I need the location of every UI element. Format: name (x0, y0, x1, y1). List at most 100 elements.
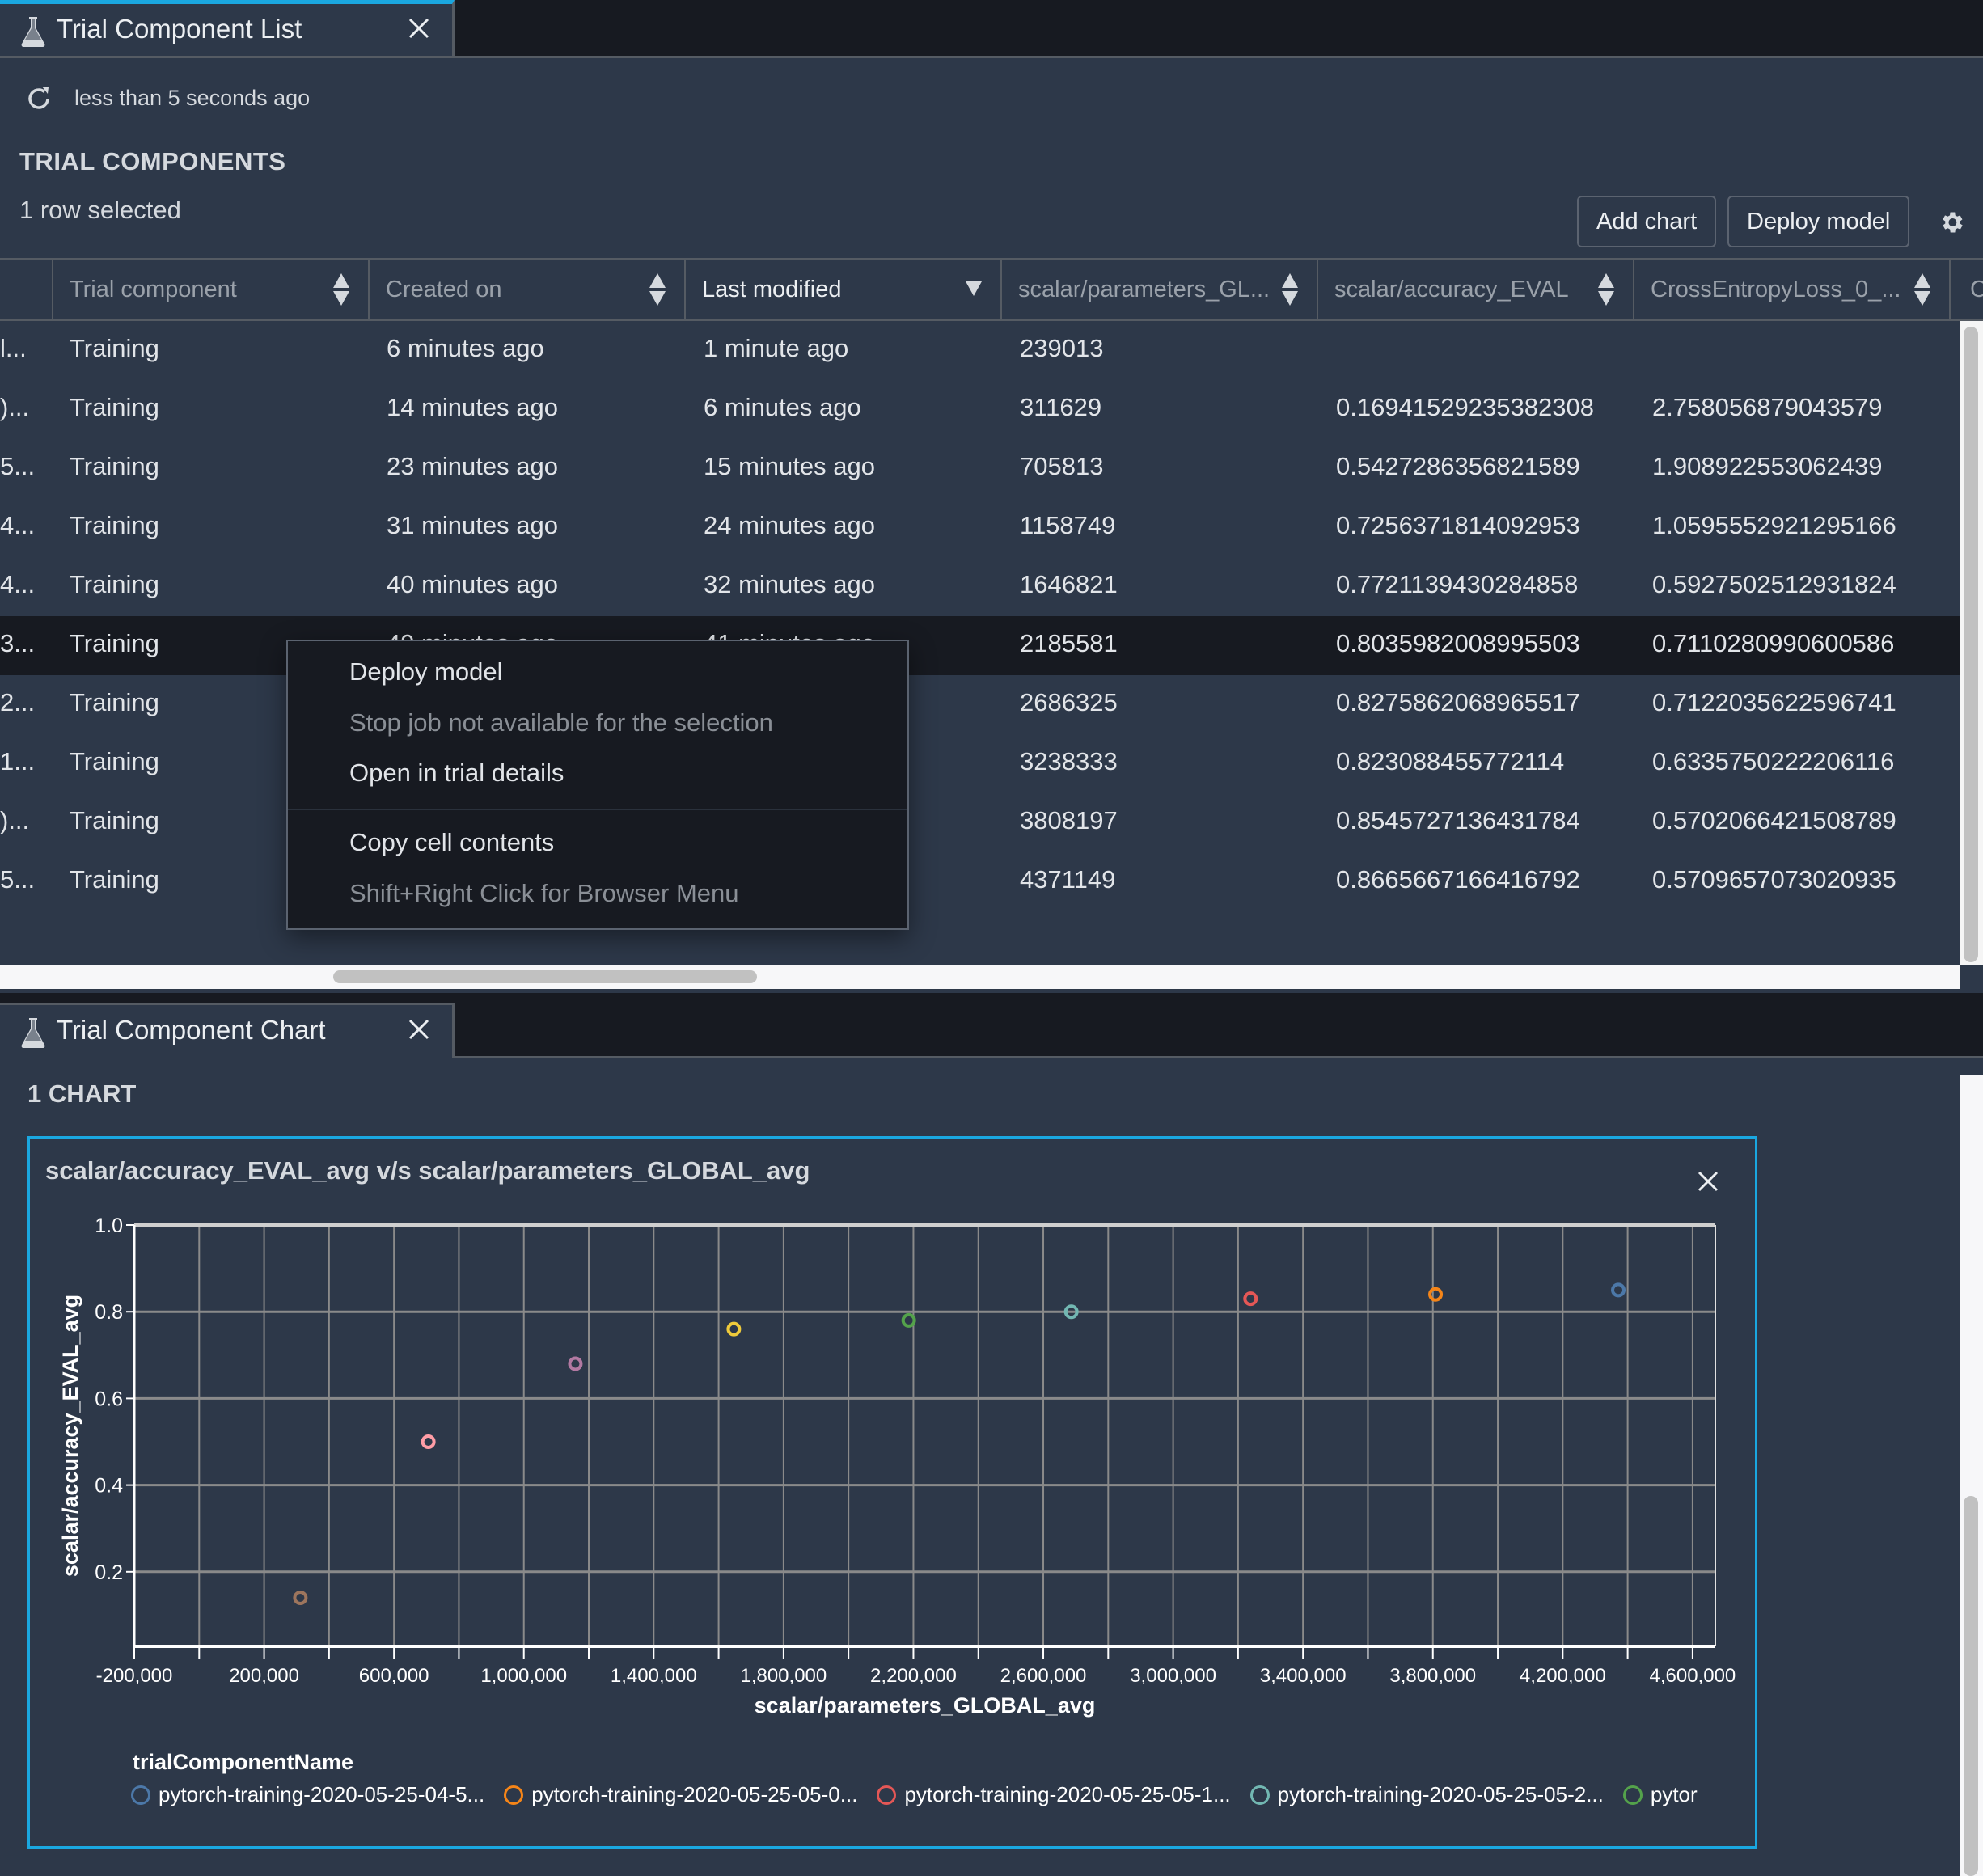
menu-item-copy-cell[interactable]: Copy cell contents (349, 828, 554, 857)
x-tick-label: 1,000,000 (480, 1665, 567, 1687)
sort-both-icon[interactable] (332, 272, 351, 307)
vertical-scrollbar-thumb[interactable] (1964, 327, 1978, 962)
x-tick-label: 3,400,000 (1260, 1665, 1347, 1687)
sort-both-icon[interactable] (648, 272, 667, 307)
table-row[interactable]: 4... Training 31 minutes ago 24 minutes ago… (0, 498, 1960, 557)
accuracy-cell: 0.8275862068965517 (1336, 688, 1580, 716)
column-header-loss[interactable]: CrossEntropyLoss_0_... (1633, 260, 1950, 319)
tab-trial-component-chart[interactable]: Trial Component Chart (0, 1003, 455, 1058)
data-point (1243, 1291, 1258, 1307)
modified-cell: 6 minutes ago (704, 393, 861, 421)
last-refreshed: less than 5 seconds ago (74, 86, 311, 110)
created-cell: 14 minutes ago (387, 393, 558, 421)
tab-title: Trial Component Chart (57, 1015, 326, 1045)
name-cell: 4... (0, 570, 36, 598)
legend-item[interactable]: pytorch-training-2020-05-25-05-0... (504, 1782, 857, 1807)
deploy-model-button[interactable]: Deploy model (1727, 196, 1910, 247)
column-header-name[interactable] (0, 260, 53, 319)
table-row[interactable]: )... Training 14 minutes ago 6 minutes ago 3… (0, 380, 1960, 439)
legend-label: pytorch-training-2020-05-25-04-5... (159, 1782, 485, 1806)
parameters-cell: 2686325 (1020, 688, 1118, 716)
sort-descending-icon[interactable] (964, 272, 983, 307)
menu-item-stop-job: Stop job not available for the selection (349, 708, 773, 737)
parameters-cell: 239013 (1020, 334, 1104, 362)
menu-item-open-trial-details[interactable]: Open in trial details (349, 758, 564, 788)
close-chart-icon[interactable] (1695, 1168, 1721, 1194)
name-cell: 1... (0, 747, 36, 775)
horizontal-scrollbar[interactable] (0, 965, 1960, 989)
name-cell: 4... (0, 511, 36, 539)
x-tick-label: 4,200,000 (1520, 1665, 1606, 1687)
sort-both-icon[interactable] (1280, 272, 1300, 307)
accuracy-cell: 0.8035982008995503 (1336, 629, 1580, 657)
type-cell: Training (70, 865, 159, 894)
x-axis-label: scalar/parameters_GLOBAL_avg (755, 1693, 1096, 1718)
name-cell: 5... (0, 452, 36, 480)
x-tick-label: 600,000 (359, 1665, 429, 1687)
parameters-cell: 4371149 (1020, 865, 1116, 894)
legend-label: pytorch-training-2020-05-25-05-0... (531, 1782, 858, 1806)
y-tick-label: 1.0 (95, 1215, 123, 1237)
legend-item[interactable]: pytorch-training-2020-05-25-05-1... (877, 1782, 1231, 1807)
created-cell: 23 minutes ago (387, 452, 558, 480)
gear-icon[interactable] (1938, 209, 1965, 236)
table-row[interactable]: 5... Training 23 minutes ago 15 minutes ago… (0, 439, 1960, 498)
chart-grid (133, 1223, 1715, 1646)
flask-icon (21, 1018, 45, 1048)
legend-item[interactable]: pytorch-training-2020-05-25-05-2... (1249, 1782, 1604, 1807)
sort-both-icon[interactable] (1596, 272, 1616, 307)
x-tick-label: 2,600,000 (1000, 1665, 1087, 1687)
chart-legend: pytorch-training-2020-05-25-04-5... pytor… (131, 1782, 1753, 1818)
loss-cell: 0.5927502512931824 (1652, 570, 1896, 598)
x-tick-label: 3,000,000 (1130, 1665, 1216, 1687)
tab-trial-component-list[interactable]: Trial Component List (0, 0, 455, 56)
type-cell: Training (70, 688, 159, 716)
column-header-next[interactable]: C (1949, 260, 1983, 319)
table-row[interactable]: 4... Training 40 minutes ago 32 minutes ago… (0, 557, 1960, 616)
accuracy-cell: 0.5427286356821589 (1336, 452, 1580, 480)
created-cell: 40 minutes ago (387, 570, 558, 598)
loss-cell: 0.6335750222206116 (1652, 747, 1895, 775)
column-header-trial-component[interactable]: Trial component (52, 260, 369, 319)
legend-circle-icon (131, 1785, 150, 1805)
column-header-parameters[interactable]: scalar/parameters_GL... (1000, 260, 1317, 319)
created-cell: 6 minutes ago (387, 334, 544, 362)
close-icon[interactable] (406, 1016, 432, 1042)
table-row[interactable]: l... Training 6 minutes ago 1 minute ago 239… (0, 321, 1960, 380)
column-header-accuracy[interactable]: scalar/accuracy_EVAL (1317, 260, 1634, 319)
close-icon[interactable] (406, 15, 432, 41)
y-tick-label: 0.2 (95, 1561, 123, 1584)
menu-item-deploy-model[interactable]: Deploy model (349, 657, 503, 687)
column-header-last-modified[interactable]: Last modified (684, 260, 1001, 319)
type-cell: Training (70, 806, 159, 834)
type-cell: Training (70, 747, 159, 775)
loss-cell: 1.908922553062439 (1652, 452, 1883, 480)
type-cell: Training (70, 452, 159, 480)
legend-item[interactable]: pytor (1622, 1782, 1698, 1807)
name-cell: )... (0, 806, 30, 834)
legend-circle-icon (504, 1785, 524, 1805)
accuracy-cell: 0.7256371814092953 (1336, 511, 1580, 539)
section-title: TRIAL COMPONENTS (19, 147, 286, 175)
legend-circle-icon (1622, 1785, 1643, 1805)
chart-panel-scrollbar-thumb[interactable] (1964, 1496, 1978, 1876)
chart-count: 1 CHART (27, 1080, 137, 1108)
sort-both-icon[interactable] (1913, 272, 1932, 307)
accuracy-cell: 0.16941529235382308 (1336, 393, 1594, 421)
horizontal-scrollbar-thumb[interactable] (333, 970, 757, 983)
add-chart-button[interactable]: Add chart (1577, 196, 1717, 247)
chart-points (293, 1282, 1626, 1605)
name-cell: )... (0, 393, 30, 421)
parameters-cell: 1646821 (1020, 570, 1118, 598)
legend-item[interactable]: pytorch-training-2020-05-25-04-5... (131, 1782, 484, 1807)
column-header-created-on[interactable]: Created on (368, 260, 685, 319)
refresh-icon[interactable] (24, 84, 53, 113)
menu-item-browser-menu-hint: Shift+Right Click for Browser Menu (349, 879, 739, 907)
modified-cell: 32 minutes ago (704, 570, 875, 598)
name-cell: 2... (0, 688, 36, 716)
legend-label: pytor (1650, 1782, 1698, 1806)
type-cell: Training (70, 570, 159, 598)
name-cell: 5... (0, 865, 36, 894)
parameters-cell: 3238333 (1020, 747, 1118, 775)
x-tick-label: 3,800,000 (1389, 1665, 1476, 1687)
